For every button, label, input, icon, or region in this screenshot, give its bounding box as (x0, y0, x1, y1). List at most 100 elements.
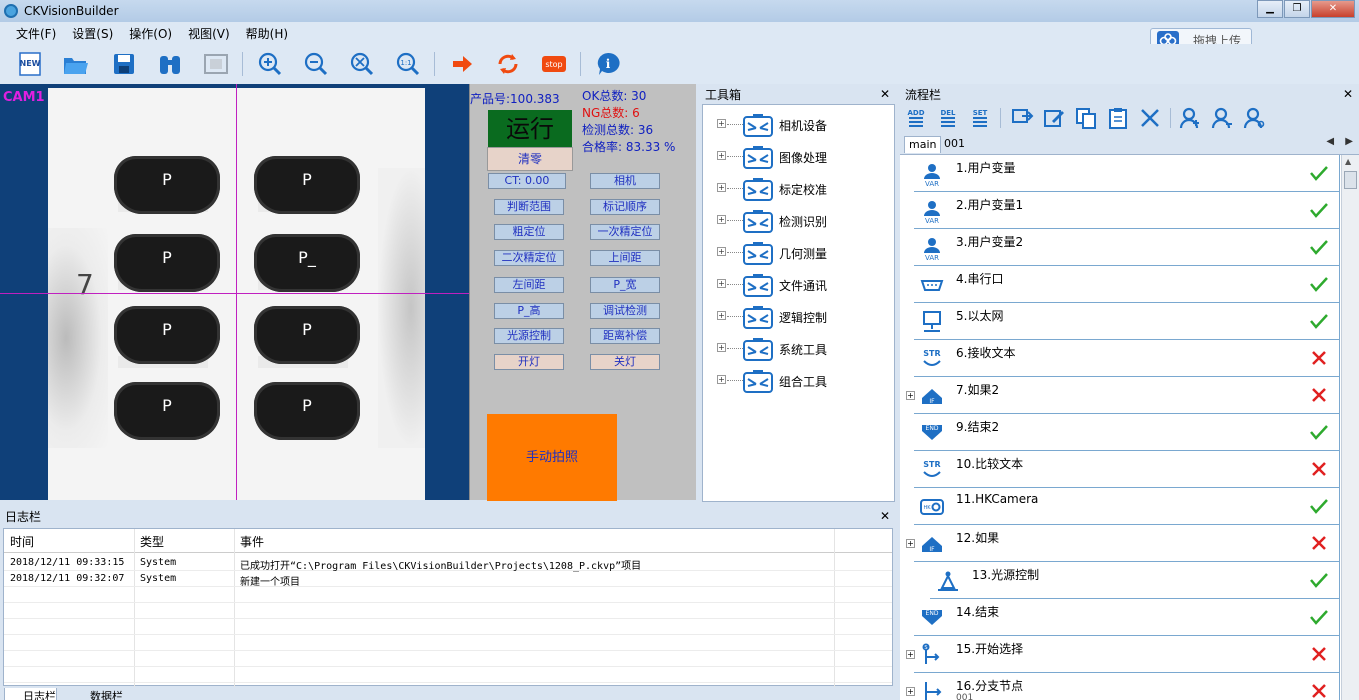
flow-step[interactable]: END 14.结束 (914, 599, 1340, 636)
fine-locate-1-button[interactable]: 一次精定位 (590, 224, 660, 240)
flow-scrollbar[interactable]: ▲ (1341, 155, 1359, 700)
p-height-button[interactable]: P_高 (494, 303, 564, 319)
flow-step[interactable]: END 9.结束2 (914, 414, 1340, 451)
zoom-actual-icon[interactable]: 1:1 (394, 50, 422, 78)
log-row[interactable]: 2018/12/11 09:33:15 System 已成功打开“C:\Prog… (4, 555, 892, 572)
flow-step[interactable]: 4.串行口 (914, 266, 1340, 303)
tab-prev-icon[interactable]: ◀ (1326, 136, 1334, 147)
tab-next-icon[interactable]: ▶ (1345, 136, 1353, 147)
flow-step[interactable]: IF 7.如果2 (914, 377, 1340, 414)
p-width-button[interactable]: P_宽 (590, 277, 660, 293)
add-step-icon[interactable]: ADD (904, 106, 928, 130)
close-button[interactable]: ✕ (1311, 0, 1355, 18)
fit-screen-icon[interactable] (202, 50, 230, 78)
expand-icon[interactable]: + (717, 375, 726, 384)
camera-view[interactable]: CAM1 P P P P_ P P P P 7 (0, 84, 469, 500)
flow-step[interactable]: S 15.开始选择 (914, 636, 1340, 673)
flow-step[interactable]: IF 12.如果 (914, 525, 1340, 562)
binoculars-icon[interactable] (156, 50, 184, 78)
light-on-button[interactable]: 开灯 (494, 354, 564, 370)
expand-icon[interactable]: + (717, 247, 726, 256)
export-icon[interactable] (1010, 106, 1034, 130)
edit-icon[interactable] (1042, 106, 1066, 130)
log-close-button[interactable]: ✕ (880, 509, 890, 523)
scroll-up-icon[interactable]: ▲ (1345, 157, 1351, 166)
mark-order-button[interactable]: 标记顺序 (590, 199, 660, 215)
light-control-button[interactable]: 光源控制 (494, 328, 564, 344)
distance-comp-button[interactable]: 距离补偿 (590, 328, 660, 344)
top-spacing-button[interactable]: 上间距 (590, 250, 660, 266)
coarse-locate-button[interactable]: 粗定位 (494, 224, 564, 240)
menu-file[interactable]: 文件(F) (8, 25, 64, 42)
maximize-button[interactable]: ❐ (1284, 0, 1310, 18)
menu-view[interactable]: 视图(V) (180, 25, 238, 42)
log-row[interactable]: 2018/12/11 09:32:07 System 新建一个项目 (4, 571, 892, 588)
new-file-icon[interactable]: NEW (16, 50, 44, 78)
toolbox-close-button[interactable]: ✕ (880, 87, 890, 101)
expand-icon[interactable]: + (717, 311, 726, 320)
user-move-icon[interactable] (1210, 106, 1234, 130)
left-spacing-button[interactable]: 左间距 (494, 277, 564, 293)
delete-step-icon[interactable]: DEL (936, 106, 960, 130)
flow-step[interactable]: VAR 2.用户变量1 (914, 192, 1340, 229)
menu-settings[interactable]: 设置(S) (64, 25, 121, 42)
save-icon[interactable] (110, 50, 138, 78)
user-search-icon[interactable] (1242, 106, 1266, 130)
column-time[interactable]: 时间 (10, 533, 34, 550)
flow-step[interactable]: VAR 1.用户变量 (914, 155, 1340, 192)
column-event[interactable]: 事件 (240, 533, 264, 550)
light-off-button[interactable]: 关灯 (590, 354, 660, 370)
help-icon[interactable]: i (594, 50, 622, 78)
judge-range-button[interactable]: 判断范围 (494, 199, 564, 215)
expand-icon[interactable]: + (717, 119, 726, 128)
flow-close-button[interactable]: ✕ (1343, 87, 1353, 101)
cut-icon[interactable] (1138, 106, 1162, 130)
zoom-fit-icon[interactable] (348, 50, 376, 78)
set-step-icon[interactable]: SET (968, 106, 992, 130)
debug-detect-button[interactable]: 调试检测 (590, 303, 660, 319)
minimize-button[interactable]: ▁ (1257, 0, 1283, 18)
expand-icon[interactable]: + (717, 151, 726, 160)
flow-step[interactable]: STR 6.接收文本 (914, 340, 1340, 377)
copy-icon[interactable] (1074, 106, 1098, 130)
flow-step[interactable]: HK 11.HKCamera (914, 488, 1340, 525)
expand-icon[interactable]: + (717, 279, 726, 288)
tool-category-calibration[interactable]: + 标定校准 (703, 173, 893, 205)
zoom-out-icon[interactable] (302, 50, 330, 78)
menu-operation[interactable]: 操作(O) (121, 25, 180, 42)
tab-data[interactable]: 数据栏 (72, 688, 123, 700)
run-once-icon[interactable] (448, 50, 476, 78)
expand-icon[interactable]: + (717, 343, 726, 352)
manual-photo-button[interactable]: 手动拍照 (487, 414, 617, 501)
tool-category-communication[interactable]: + 文件通讯 (703, 269, 893, 301)
tool-category-composite[interactable]: + 组合工具 (703, 365, 893, 397)
column-type[interactable]: 类型 (140, 533, 164, 550)
flow-step[interactable]: VAR 3.用户变量2 (914, 229, 1340, 266)
tool-category-geometry[interactable]: + 几何测量 (703, 237, 893, 269)
run-loop-icon[interactable] (494, 50, 522, 78)
flow-step[interactable]: STR 10.比较文本 (914, 451, 1340, 488)
camera-button[interactable]: 相机 (590, 173, 660, 189)
scroll-thumb[interactable] (1344, 171, 1357, 189)
tab-log[interactable]: 日志栏 (4, 688, 57, 700)
tool-category-system[interactable]: + 系统工具 (703, 333, 893, 365)
zoom-in-icon[interactable] (256, 50, 284, 78)
expand-icon[interactable]: + (717, 215, 726, 224)
tool-category-camera[interactable]: + 相机设备 (703, 109, 893, 141)
flow-step[interactable]: 16.分支节点 001 (914, 673, 1340, 700)
stop-icon[interactable]: stop (540, 50, 568, 78)
flow-step[interactable]: 5.以太网 (914, 303, 1340, 340)
fine-locate-2-button[interactable]: 二次精定位 (494, 250, 564, 266)
tab-001[interactable]: 001 (940, 136, 969, 153)
paste-icon[interactable] (1106, 106, 1130, 130)
open-folder-icon[interactable] (62, 50, 90, 78)
reset-button[interactable]: 清零 (487, 147, 573, 171)
flow-step[interactable]: 13.光源控制 (930, 562, 1340, 599)
tool-category-detection[interactable]: + 检测识别 (703, 205, 893, 237)
user-icon[interactable] (1178, 106, 1202, 130)
tool-category-logic[interactable]: + 逻辑控制 (703, 301, 893, 333)
menu-help[interactable]: 帮助(H) (238, 25, 296, 42)
tool-category-image[interactable]: + 图像处理 (703, 141, 893, 173)
tab-main[interactable]: main (904, 136, 942, 153)
expand-icon[interactable]: + (717, 183, 726, 192)
